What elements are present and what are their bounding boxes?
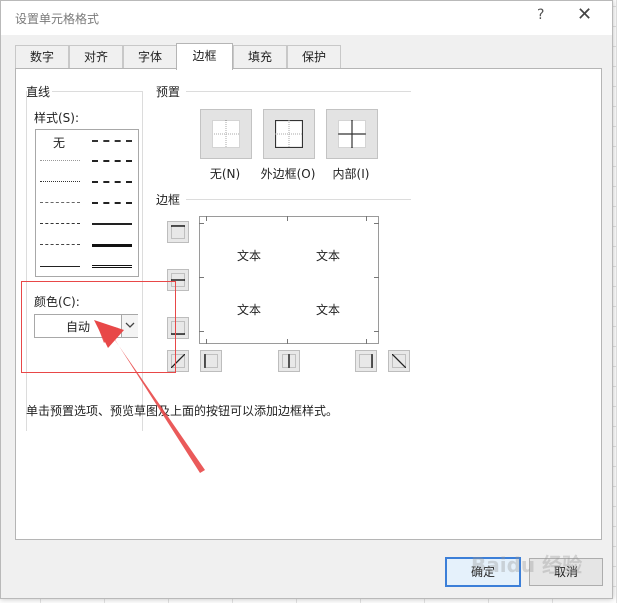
tab-border[interactable]: 边框: [176, 43, 233, 70]
red-arrow-annotation: [94, 320, 205, 473]
